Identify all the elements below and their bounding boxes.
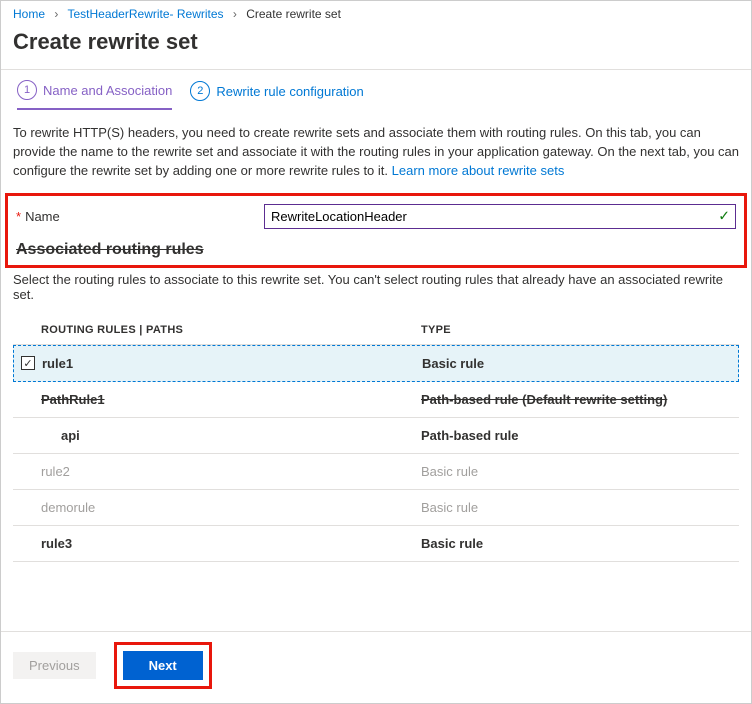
next-button[interactable]: Next [123, 651, 203, 680]
chevron-right-icon: › [54, 7, 58, 21]
name-label: *Name [16, 209, 264, 224]
associated-rules-heading: Associated routing rules [14, 233, 738, 259]
name-input[interactable] [264, 204, 736, 229]
table-row[interactable]: ✓ rule1Basic rule [13, 345, 739, 382]
breadcrumb-resource[interactable]: TestHeaderRewrite- Rewrites [67, 7, 223, 21]
row-name: rule1 [42, 356, 422, 371]
tab-rewrite-rule-config[interactable]: 2 Rewrite rule configuration [190, 81, 363, 109]
table-row[interactable]: PathRule1Path-based rule (Default rewrit… [13, 382, 739, 418]
routing-rules-table: ROUTING RULES | PATHS TYPE ✓rule1Basic r… [1, 316, 751, 562]
tab-name-association[interactable]: 1 Name and Association [17, 80, 172, 110]
table-row: rule2Basic rule [13, 454, 739, 490]
breadcrumb: Home › TestHeaderRewrite- Rewrites › Cre… [1, 1, 751, 25]
row-name: demorule [41, 500, 421, 515]
row-type: Basic rule [421, 464, 739, 479]
learn-more-link[interactable]: Learn more about rewrite sets [392, 163, 565, 178]
row-name: rule2 [41, 464, 421, 479]
step-number-icon: 1 [17, 80, 37, 100]
highlight-name-section: *Name ✓ Associated routing rules [5, 193, 747, 268]
highlight-next: Next [114, 642, 212, 689]
row-type: Basic rule [421, 500, 739, 515]
required-asterisk-icon: * [16, 209, 21, 224]
row-name: rule3 [41, 536, 421, 551]
chevron-right-icon: › [233, 7, 237, 21]
table-row[interactable]: rule3Basic rule [13, 526, 739, 562]
step-label: Rewrite rule configuration [216, 84, 363, 99]
breadcrumb-home[interactable]: Home [13, 7, 45, 21]
page-title: Create rewrite set [1, 25, 751, 69]
step-number-icon: 2 [190, 81, 210, 101]
row-type: Basic rule [422, 356, 738, 371]
row-type: Basic rule [421, 536, 739, 551]
column-header-type: TYPE [421, 324, 739, 336]
table-row[interactable]: apiPath-based rule [13, 418, 739, 454]
row-name: api [41, 428, 421, 443]
description-text: To rewrite HTTP(S) headers, you need to … [1, 116, 751, 193]
checkbox-icon[interactable]: ✓ [21, 356, 35, 370]
previous-button[interactable]: Previous [13, 652, 96, 679]
row-name: PathRule1 [41, 392, 421, 407]
step-label: Name and Association [43, 83, 172, 98]
associated-rules-desc: Select the routing rules to associate to… [1, 268, 751, 316]
breadcrumb-current: Create rewrite set [246, 7, 341, 21]
row-type: Path-based rule (Default rewrite setting… [421, 392, 739, 407]
column-header-name: ROUTING RULES | PATHS [41, 324, 421, 336]
footer: Previous Next [1, 631, 751, 703]
step-tabs: 1 Name and Association 2 Rewrite rule co… [1, 70, 751, 116]
row-checkbox-cell: ✓ [14, 356, 42, 370]
table-row: demoruleBasic rule [13, 490, 739, 526]
row-type: Path-based rule [421, 428, 739, 443]
